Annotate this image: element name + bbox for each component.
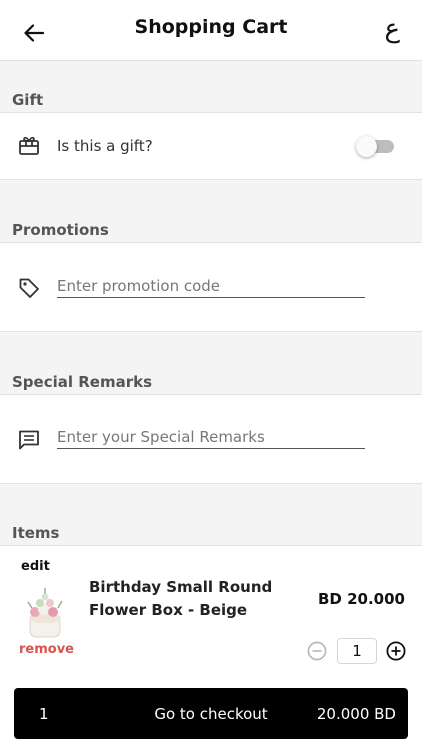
cart-item: edit remove Birthday Small Round Flower … (0, 546, 422, 676)
promotions-section-title: Promotions (12, 221, 109, 239)
minus-circle-icon (307, 641, 327, 661)
plus-circle-icon (386, 641, 406, 661)
checkout-button[interactable]: 1 Go to checkout 20.000 BD (14, 688, 408, 739)
gift-row: Is this a gift? (0, 113, 422, 180)
quantity-value[interactable]: 1 (337, 638, 377, 664)
quantity-stepper: 1 (307, 638, 406, 664)
gift-section-title: Gift (12, 91, 44, 109)
increase-quantity-button[interactable] (386, 641, 406, 661)
comment-icon (16, 427, 42, 453)
promotions-row (0, 243, 422, 332)
decrease-quantity-button[interactable] (307, 641, 327, 661)
page-title: Shopping Cart (134, 16, 288, 38)
items-section-header: Items (0, 484, 422, 546)
special-remarks-input[interactable] (57, 425, 365, 449)
checkout-total: 20.000 BD (316, 705, 396, 723)
remarks-section-title: Special Remarks (12, 373, 153, 391)
gift-toggle[interactable] (356, 136, 396, 157)
item-name: Birthday Small Round Flower Box - Beige (89, 578, 273, 619)
items-section-title: Items (12, 524, 60, 542)
item-price: BD 20.000 (318, 590, 405, 608)
gift-card-icon (16, 133, 42, 159)
gift-label: Is this a gift? (57, 137, 153, 155)
tag-icon (16, 275, 42, 301)
promotion-code-input[interactable] (57, 274, 365, 298)
remove-item-button[interactable]: remove (19, 642, 74, 657)
remarks-section-header: Special Remarks (0, 332, 422, 395)
edit-item-button[interactable]: edit (21, 559, 50, 574)
toggle-knob (356, 136, 377, 157)
product-thumbnail[interactable] (22, 584, 68, 640)
remarks-row (0, 395, 422, 484)
app-header: Shopping Cart ع (0, 0, 422, 61)
language-toggle-button[interactable]: ع (384, 14, 400, 44)
gift-section-header: Gift (0, 61, 422, 113)
promotions-section-header: Promotions (0, 180, 422, 243)
